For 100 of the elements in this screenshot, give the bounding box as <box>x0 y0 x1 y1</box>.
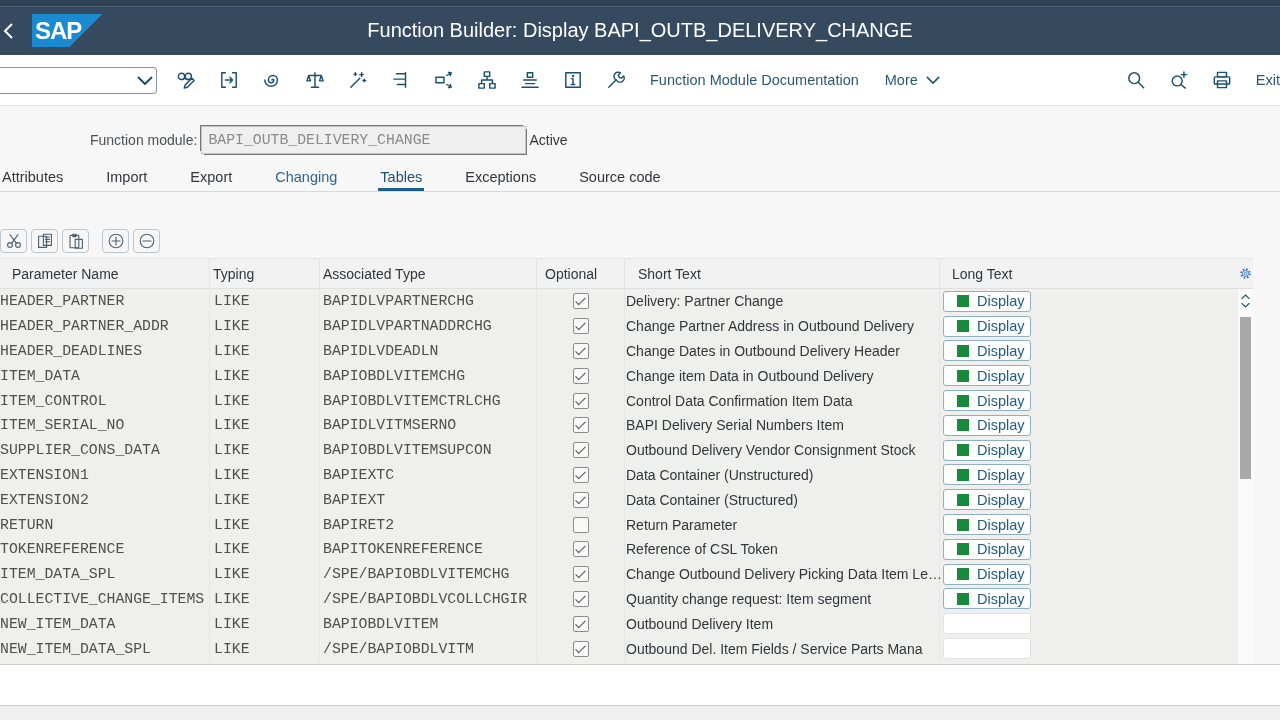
display-button[interactable]: Display <box>943 464 1031 486</box>
checkbox[interactable] <box>572 417 589 434</box>
checkbox[interactable] <box>572 442 589 459</box>
cut-button[interactable] <box>0 229 27 253</box>
table-cell: ITEM_SERIAL_NO <box>0 413 210 438</box>
status-square-icon <box>957 468 969 481</box>
info-button[interactable] <box>564 71 582 89</box>
status-square-icon <box>957 369 969 382</box>
chevron-down-icon <box>925 76 940 84</box>
zoom-in-icon <box>1169 71 1188 89</box>
display-button[interactable]: Display <box>943 588 1031 610</box>
checkbox[interactable] <box>572 318 589 335</box>
chevron-down-icon <box>1241 302 1250 308</box>
table-cell: LIKE <box>210 636 320 661</box>
toolbar-button[interactable]: Function Module Documentation <box>650 72 859 88</box>
display-button[interactable]: Display <box>943 340 1031 362</box>
checkbox[interactable] <box>572 343 589 359</box>
logo: SAP <box>32 14 103 47</box>
scrollbar[interactable] <box>1238 289 1253 664</box>
column-header: Optional <box>537 259 625 288</box>
exit-button[interactable]: Exit <box>1255 72 1280 88</box>
tab[interactable]: Export <box>188 165 235 191</box>
glasses-pencil-button[interactable] <box>177 71 195 89</box>
checkbox[interactable] <box>572 491 589 508</box>
column-header: Long Text <box>951 264 1014 284</box>
stack-button[interactable] <box>521 71 539 89</box>
tab[interactable]: Tables <box>378 165 425 191</box>
checkbox[interactable] <box>572 293 589 310</box>
tab[interactable]: Import <box>104 165 150 191</box>
checkbox[interactable] <box>572 566 589 583</box>
tab[interactable]: Exceptions <box>463 165 539 191</box>
display-button[interactable]: Display <box>943 290 1031 312</box>
display-button[interactable]: Display <box>943 315 1031 337</box>
zoom-in-button[interactable] <box>1169 71 1188 89</box>
add-button[interactable] <box>102 229 129 253</box>
column-header: Typing <box>210 259 320 288</box>
display-button[interactable]: Display <box>943 489 1031 511</box>
table-cell: LIKE <box>210 363 320 389</box>
table-cell: ITEM_CONTROL <box>0 388 210 413</box>
remove-button[interactable] <box>133 229 160 253</box>
table-cell: LIKE <box>210 338 320 364</box>
copy-button[interactable] <box>31 229 58 253</box>
table-cell: SUPPLIER_CONS_DATA <box>0 437 210 463</box>
display-button[interactable]: Display <box>943 439 1031 461</box>
checkbox[interactable] <box>572 590 589 607</box>
back-button[interactable] <box>3 22 13 39</box>
tab[interactable]: Attributes <box>0 165 66 191</box>
menu-button[interactable]: More <box>884 72 940 88</box>
table-cell: LIKE <box>210 437 320 463</box>
checkbox[interactable] <box>572 615 589 632</box>
tab[interactable]: Changing <box>273 165 340 191</box>
checkbox[interactable] <box>572 541 589 558</box>
table-cell: BAPIOBDLVITEMCHG <box>320 363 537 389</box>
search-button[interactable] <box>1126 71 1145 89</box>
checkbox[interactable] <box>572 392 589 409</box>
table-cell: LIKE <box>210 313 320 339</box>
column-header: Parameter Name <box>0 259 210 288</box>
checkbox[interactable] <box>572 640 589 657</box>
display-button[interactable]: Display <box>943 538 1031 560</box>
display-button[interactable]: Display <box>943 563 1031 585</box>
info-icon <box>564 71 582 89</box>
table-cell: COLLECTIVE_CHANGE_ITEMS <box>0 586 210 612</box>
status-square-icon <box>957 493 969 506</box>
display-button[interactable]: Display <box>943 365 1031 387</box>
tab[interactable]: Source code <box>577 165 663 191</box>
checkbox[interactable] <box>572 367 589 384</box>
magic-wand-icon <box>349 71 367 89</box>
table-cell: LIKE <box>210 512 320 537</box>
print-button[interactable] <box>1212 71 1231 89</box>
box-arrows-button[interactable] <box>435 71 453 89</box>
table-cell: Outbound Delivery Item <box>625 611 940 637</box>
status-square-icon <box>957 543 969 556</box>
table-cell: ITEM_DATA <box>0 363 210 389</box>
table-cell: Data Container (Structured) <box>625 487 940 513</box>
table-cell: BAPIDLVPARTNADDRCHG <box>320 313 537 339</box>
table-cell: Delivery: Partner Change <box>625 289 940 314</box>
table-cell: LIKE <box>210 413 320 438</box>
scrollbar-thumb[interactable] <box>1240 317 1251 479</box>
checkbox[interactable] <box>572 466 589 483</box>
bracket-arrow-button[interactable] <box>220 71 238 89</box>
wrench-button[interactable] <box>607 71 625 89</box>
cut-icon <box>5 233 22 249</box>
dropdown-field[interactable] <box>0 66 157 94</box>
table-cell: HEADER_PARTNER_ADDR <box>0 313 210 339</box>
table-cell: Quantity change request: Item segment <box>625 586 940 612</box>
checkbox[interactable] <box>572 516 589 533</box>
remove-icon <box>138 233 155 249</box>
display-button[interactable]: Display <box>943 514 1031 536</box>
search-icon <box>1126 71 1145 89</box>
hierarchy-button[interactable] <box>478 71 496 89</box>
display-button[interactable]: Display <box>943 390 1031 412</box>
table-cell: BAPI Delivery Serial Numbers Item <box>625 413 940 438</box>
scales-button[interactable] <box>306 71 324 89</box>
table-cell: BAPIOBDLVITEMCTRLCHG <box>320 388 537 413</box>
display-button[interactable]: Display <box>943 414 1031 436</box>
magic-wand-button[interactable] <box>349 71 367 89</box>
table-cell: LIKE <box>210 536 320 562</box>
table-cell: LIKE <box>210 561 320 587</box>
table-cell: ITEM_DATA_SPL <box>0 561 210 587</box>
paste-button[interactable] <box>62 229 89 253</box>
